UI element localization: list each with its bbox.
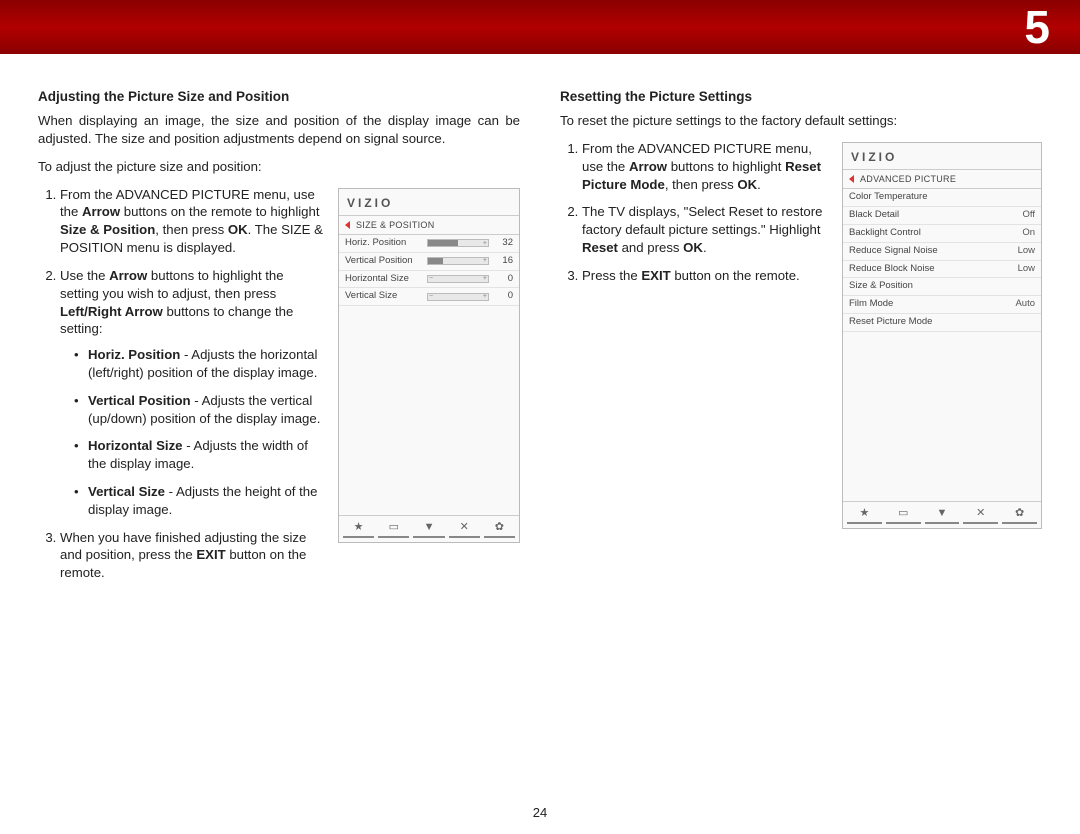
gear-icon: ✿ (1002, 506, 1037, 524)
right-heading: Resetting the Picture Settings (560, 88, 1042, 106)
chapter-banner: 5 (0, 0, 1080, 54)
right-intro: To reset the picture settings to the fac… (560, 112, 1042, 130)
osd1-brand: VIZIO (339, 189, 519, 215)
wide-icon: ▭ (378, 520, 409, 538)
bullet-horiz-position: Horiz. Position - Adjusts the horizontal… (74, 346, 520, 382)
osd2-row: Film ModeAuto (843, 296, 1041, 314)
osd2-row: Reset Picture Mode (843, 314, 1041, 332)
osd1-footer: ★ ▭ ▼ ✕ ✿ (339, 516, 519, 542)
osd2-brand: VIZIO (843, 143, 1041, 169)
osd1-row: Horizontal Size −+ 0 (339, 271, 519, 289)
bullet-vertical-position: Vertical Position - Adjusts the vertical… (74, 392, 520, 428)
osd1-row: Horiz. Position −+ 32 (339, 235, 519, 253)
star-icon: ★ (847, 506, 882, 524)
back-arrow-icon (849, 175, 854, 183)
slider-icon: −+ (427, 275, 489, 283)
osd2-row: Backlight ControlOn (843, 225, 1041, 243)
osd2-row: Size & Position (843, 278, 1041, 296)
close-icon: ✕ (963, 506, 998, 524)
osd1-subtitle: SIZE & POSITION (356, 219, 435, 231)
left-column: Adjusting the Picture Size and Position … (38, 88, 520, 592)
bullet-vertical-size: Vertical Size - Adjusts the height of th… (74, 483, 520, 519)
slider-icon: −+ (427, 239, 489, 247)
right-column: Resetting the Picture Settings To reset … (560, 88, 1042, 592)
osd2-row: Reduce Signal NoiseLow (843, 243, 1041, 261)
page-body: Adjusting the Picture Size and Position … (0, 54, 1080, 592)
osd1-row: Vertical Size −+ 0 (339, 288, 519, 306)
slider-icon: −+ (427, 293, 489, 301)
osd-advanced-picture: VIZIO ADVANCED PICTURE Color Temperature… (842, 142, 1042, 529)
close-icon: ✕ (449, 520, 480, 538)
left-lead: To adjust the picture size and position: (38, 158, 520, 176)
osd2-row: Color Temperature (843, 189, 1041, 207)
osd2-row: Reduce Block NoiseLow (843, 261, 1041, 279)
osd2-footer: ★ ▭ ▼ ✕ ✿ (843, 502, 1041, 528)
down-icon: ▼ (413, 520, 444, 538)
chapter-number: 5 (1024, 0, 1050, 54)
osd1-row: Vertical Position −+ 16 (339, 253, 519, 271)
osd1-subtitle-row: SIZE & POSITION (339, 215, 519, 235)
star-icon: ★ (343, 520, 374, 538)
back-arrow-icon (345, 221, 350, 229)
osd2-row: Black DetailOff (843, 207, 1041, 225)
bullet-horizontal-size: Horizontal Size - Adjusts the width of t… (74, 437, 520, 473)
left-intro: When displaying an image, the size and p… (38, 112, 520, 148)
wide-icon: ▭ (886, 506, 921, 524)
down-icon: ▼ (925, 506, 960, 524)
slider-icon: −+ (427, 257, 489, 265)
osd2-subtitle-row: ADVANCED PICTURE (843, 169, 1041, 189)
left-heading: Adjusting the Picture Size and Position (38, 88, 520, 106)
gear-icon: ✿ (484, 520, 515, 538)
osd2-subtitle: ADVANCED PICTURE (860, 173, 956, 185)
page-number: 24 (0, 805, 1080, 820)
